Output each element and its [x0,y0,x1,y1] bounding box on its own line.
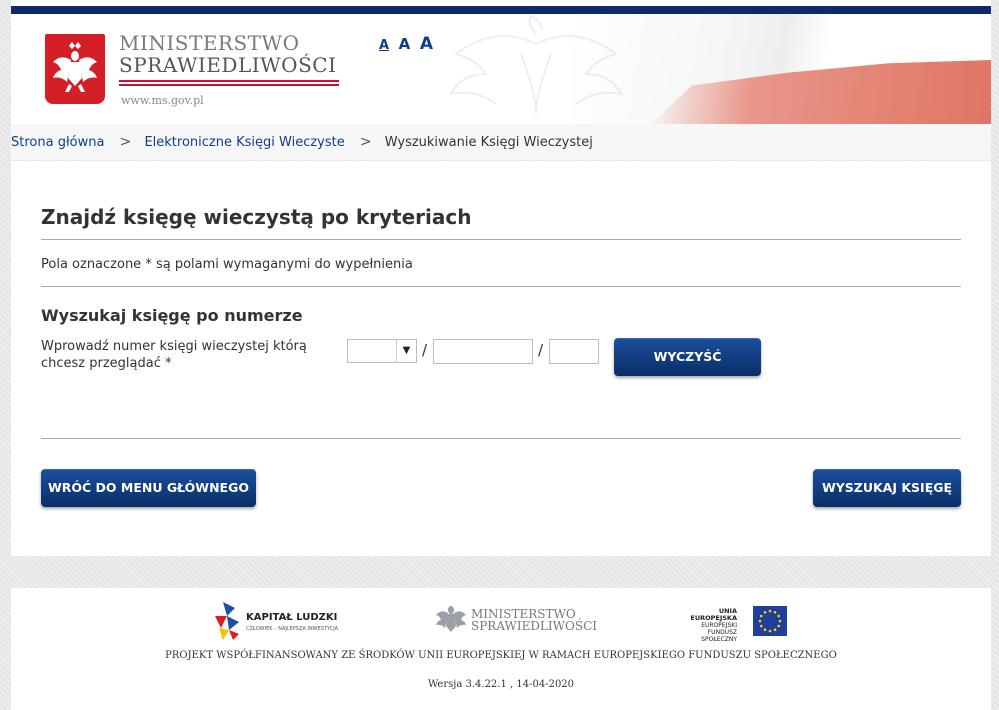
book-number-label: Wprowadź numer księgi wieczystej którą c… [41,339,307,371]
section-title: Wyszukaj księgę po numerze [41,306,303,325]
required-fields-note: Pola oznaczone * są polami wymaganymi do… [41,257,413,272]
control-digit-input[interactable] [549,339,599,364]
breadcrumb-separator-icon: > [359,134,372,150]
breadcrumb-ekw-link[interactable]: Elektroniczne Księgi Wieczyste [144,135,344,150]
font-size-switcher: A A A [379,34,437,54]
header-top-bar [11,6,991,14]
number-separator: / [422,341,428,359]
breadcrumb: Strona główna > Elektroniczne Księgi Wie… [11,124,991,160]
eagle-watermark-icon [449,14,623,115]
eu-line-1: UNIA EUROPEJSKA [690,607,737,622]
kapital-ludzki-logo: KAPITAŁ LUDZKI CZŁOWIEK – NAJLEPSZA INWE… [213,602,343,642]
court-code-select[interactable]: ▼ [347,339,417,363]
logo-url: www.ms.gov.pl [121,94,204,107]
eu-text: UNIA EUROPEJSKA EUROPEJSKI FUNDUSZ SPOŁE… [673,607,737,644]
kl-title: KAPITAŁ LUDZKI [246,612,338,623]
logo-line-1: MINISTERSTWO [119,31,300,55]
search-panel: Znajdź księgę wieczystą po kryteriach Po… [11,161,991,556]
font-size-medium-link[interactable]: A [399,35,411,53]
chevron-down-icon: ▼ [396,340,416,362]
divider [41,239,961,240]
font-size-small-link[interactable]: A [379,38,389,53]
eu-line-2: EUROPEJSKI [701,622,737,629]
page-title: Znajdź księgę wieczystą po kryteriach [41,205,472,229]
breadcrumb-separator-icon: > [119,134,132,150]
kapital-ludzki-icon [215,602,239,640]
divider [41,438,961,439]
breadcrumb-home-link[interactable]: Strona główna [11,135,104,150]
project-cofinancing-text: PROJEKT WSPÓŁFINANSOWANY ZE ŚRODKÓW UNII… [165,650,837,661]
kl-subtitle: CZŁOWIEK – NAJLEPSZA INWESTYCJA [246,626,339,632]
ms-footer-line-2: SPRAWIEDLIWOŚCI [471,619,597,633]
site-header: MINISTERSTWO SPRAWIEDLIWOŚCI www.ms.gov.… [11,0,991,124]
site-footer: KAPITAŁ LUDZKI CZŁOWIEK – NAJLEPSZA INWE… [11,588,991,710]
search-book-button[interactable]: WYSZUKAJ KSIĘGĘ [813,469,961,507]
eu-flag-icon [753,606,787,636]
eu-line-3: FUNDUSZ SPOŁECZNY [701,629,737,643]
ms-footer-text: MINISTERSTWO SPRAWIEDLIWOŚCI [471,608,597,632]
back-to-menu-button[interactable]: WRÓĆ DO MENU GŁÓWNEGO [41,469,256,507]
logo-underline [119,80,339,86]
book-number-input[interactable] [433,339,533,364]
eu-logo: UNIA EUROPEJSKA EUROPEJSKI FUNDUSZ SPOŁE… [673,604,791,643]
ministry-logo-text: MINISTERSTWO SPRAWIEDLIWOŚCI [119,32,336,76]
breadcrumb-current: Wyszukiwanie Księgi Wieczystej [384,135,593,150]
logo-line-2: SPRAWIEDLIWOŚCI [119,53,337,77]
ministry-footer-logo: MINISTERSTWO SPRAWIEDLIWOŚCI [435,602,597,642]
eagle-icon [436,606,466,632]
number-separator: / [538,341,544,359]
polish-emblem-icon [45,34,105,104]
clear-button[interactable]: WYCZYŚĆ [614,338,761,376]
divider [41,286,961,287]
version-text: Wersja 3.4.22.1 , 14-04-2020 [427,679,575,690]
font-size-large-link[interactable]: A [420,34,433,54]
